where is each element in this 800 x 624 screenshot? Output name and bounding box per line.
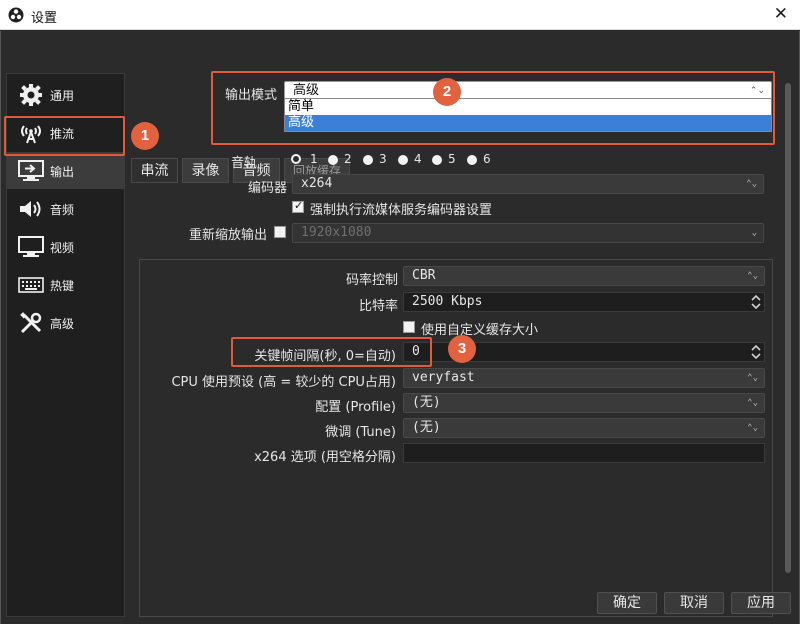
settings-window: 通用 推流 输出 音频 视频 热键 高级 输出模式 高级 ⌃⌄ 串流 录像 音频… bbox=[0, 31, 800, 624]
sidebar-item-label: 音频 bbox=[50, 203, 75, 217]
obs-logo-icon bbox=[8, 7, 24, 23]
updown-arrows-icon: ⌃⌄ bbox=[747, 373, 758, 383]
tune-value: (无) bbox=[412, 420, 441, 435]
rescale-value: 1920x1080 bbox=[301, 225, 372, 240]
output-settings-panel: 输出模式 高级 ⌃⌄ 串流 录像 音频 回放缓存 简单 高级 音轨 1 2 3 … bbox=[131, 71, 777, 617]
encoder-label: 编码器 bbox=[247, 181, 287, 196]
profile-value: (无) bbox=[412, 395, 441, 410]
rate-control-select[interactable]: CBR ⌃⌄ bbox=[403, 266, 765, 286]
cancel-button[interactable]: 取消 bbox=[664, 592, 724, 614]
content-scrollbar[interactable] bbox=[782, 73, 794, 617]
audio-track-radio-4[interactable] bbox=[398, 155, 408, 165]
sidebar-item-label: 视频 bbox=[50, 241, 75, 255]
cpu-preset-label: CPU 使用预设 (高 = 较少的 CPU占用) bbox=[171, 375, 396, 390]
gear-icon bbox=[20, 84, 42, 106]
highlight-box-output-nav bbox=[4, 116, 125, 156]
sidebar-item-advanced[interactable]: 高级 bbox=[7, 304, 125, 341]
annotation-badge-3: 3 bbox=[448, 335, 476, 363]
enforce-encoder-label: 强制执行流媒体服务编码器设置 bbox=[310, 203, 493, 218]
audio-track-label: 音轨 bbox=[230, 156, 257, 171]
sidebar-item-label: 通用 bbox=[50, 89, 75, 103]
enforce-encoder-checkbox[interactable]: ✓ bbox=[292, 199, 304, 213]
sidebar-item-general[interactable]: 通用 bbox=[7, 76, 125, 113]
audio-track-radio-1[interactable] bbox=[291, 154, 301, 164]
sidebar-item-label: 高级 bbox=[50, 317, 75, 331]
tune-label: 微调 (Tune) bbox=[325, 425, 396, 440]
sidebar-item-hotkeys[interactable]: 热键 bbox=[7, 266, 125, 303]
close-icon[interactable]: ✕ bbox=[774, 4, 788, 24]
audio-track-label-2: 2 bbox=[344, 152, 352, 166]
annotation-badge-1: 1 bbox=[131, 122, 159, 150]
chevron-down-icon: ⌄ bbox=[751, 228, 757, 238]
bitrate-label: 比特率 bbox=[358, 299, 398, 314]
rescale-label: 重新缩放输出 bbox=[188, 228, 267, 243]
updown-arrows-icon: ⌃⌄ bbox=[746, 179, 757, 189]
rescale-resolution-select: 1920x1080 ⌄ bbox=[292, 223, 764, 243]
profile-label: 配置 (Profile) bbox=[315, 400, 396, 415]
audio-track-label-4: 4 bbox=[414, 152, 422, 166]
cpu-preset-value: veryfast bbox=[412, 370, 475, 385]
x264-options-input[interactable] bbox=[403, 443, 765, 463]
tools-icon bbox=[20, 312, 42, 334]
bitrate-value: 2500 Kbps bbox=[412, 294, 483, 309]
speaker-icon bbox=[20, 201, 41, 217]
audio-track-label-6: 6 bbox=[483, 152, 491, 166]
sidebar-item-label: 输出 bbox=[50, 165, 75, 179]
rate-control-label: 码率控制 bbox=[345, 273, 398, 288]
sidebar-item-output[interactable]: 输出 bbox=[7, 152, 125, 189]
monitor-icon bbox=[18, 236, 44, 257]
audio-track-radio-5[interactable] bbox=[432, 155, 442, 165]
title-bar: 设置 ✕ bbox=[0, 0, 800, 30]
encoder-settings-group: 码率控制 CBR ⌃⌄ 比特率 2500 Kbps 使用自定义缓存大小 关键帧间… bbox=[139, 259, 773, 617]
updown-arrows-icon: ⌃⌄ bbox=[747, 271, 758, 281]
keyboard-icon bbox=[18, 277, 44, 293]
custom-buffer-label: 使用自定义缓存大小 bbox=[421, 323, 539, 338]
audio-track-radio-3[interactable] bbox=[363, 155, 373, 165]
audio-track-radio-6[interactable] bbox=[467, 155, 477, 165]
check-mark-icon: ✓ bbox=[294, 199, 304, 212]
audio-track-label-3: 3 bbox=[379, 152, 387, 166]
annotation-badge-2: 2 bbox=[433, 78, 461, 106]
audio-track-label-5: 5 bbox=[448, 152, 456, 166]
sidebar-item-audio[interactable]: 音频 bbox=[7, 190, 125, 227]
spin-arrows-icon[interactable] bbox=[750, 344, 762, 360]
custom-buffer-checkbox[interactable] bbox=[403, 321, 415, 333]
audio-track-radio-2[interactable] bbox=[328, 155, 338, 165]
rescale-checkbox[interactable] bbox=[274, 226, 286, 238]
apply-button[interactable]: 应用 bbox=[731, 592, 791, 614]
audio-track-label-1: 1 bbox=[310, 152, 318, 166]
sidebar-item-video[interactable]: 视频 bbox=[7, 228, 125, 265]
ok-button[interactable]: 确定 bbox=[597, 592, 657, 614]
output-icon bbox=[18, 160, 44, 181]
tune-select[interactable]: (无) ⌃⌄ bbox=[403, 418, 765, 438]
profile-select[interactable]: (无) ⌃⌄ bbox=[403, 393, 765, 413]
tab-streaming[interactable]: 串流 bbox=[131, 158, 178, 183]
cpu-preset-select[interactable]: veryfast ⌃⌄ bbox=[403, 368, 765, 388]
rate-control-value: CBR bbox=[412, 268, 436, 283]
highlight-box-keyframe bbox=[231, 337, 432, 367]
x264-options-label: x264 选项 (用空格分隔) bbox=[254, 450, 396, 465]
sidebar-item-label: 热键 bbox=[50, 279, 75, 293]
encoder-select[interactable]: x264 ⌃⌄ bbox=[292, 174, 764, 194]
highlight-box-output-mode bbox=[211, 71, 775, 145]
window-title: 设置 bbox=[31, 11, 58, 26]
encoder-value: x264 bbox=[301, 176, 333, 191]
spin-arrows-icon[interactable] bbox=[750, 294, 762, 310]
updown-arrows-icon: ⌃⌄ bbox=[747, 398, 758, 408]
scrollbar-thumb[interactable] bbox=[785, 83, 791, 573]
bitrate-spinbox[interactable]: 2500 Kbps bbox=[403, 292, 765, 312]
updown-arrows-icon: ⌃⌄ bbox=[747, 423, 758, 433]
